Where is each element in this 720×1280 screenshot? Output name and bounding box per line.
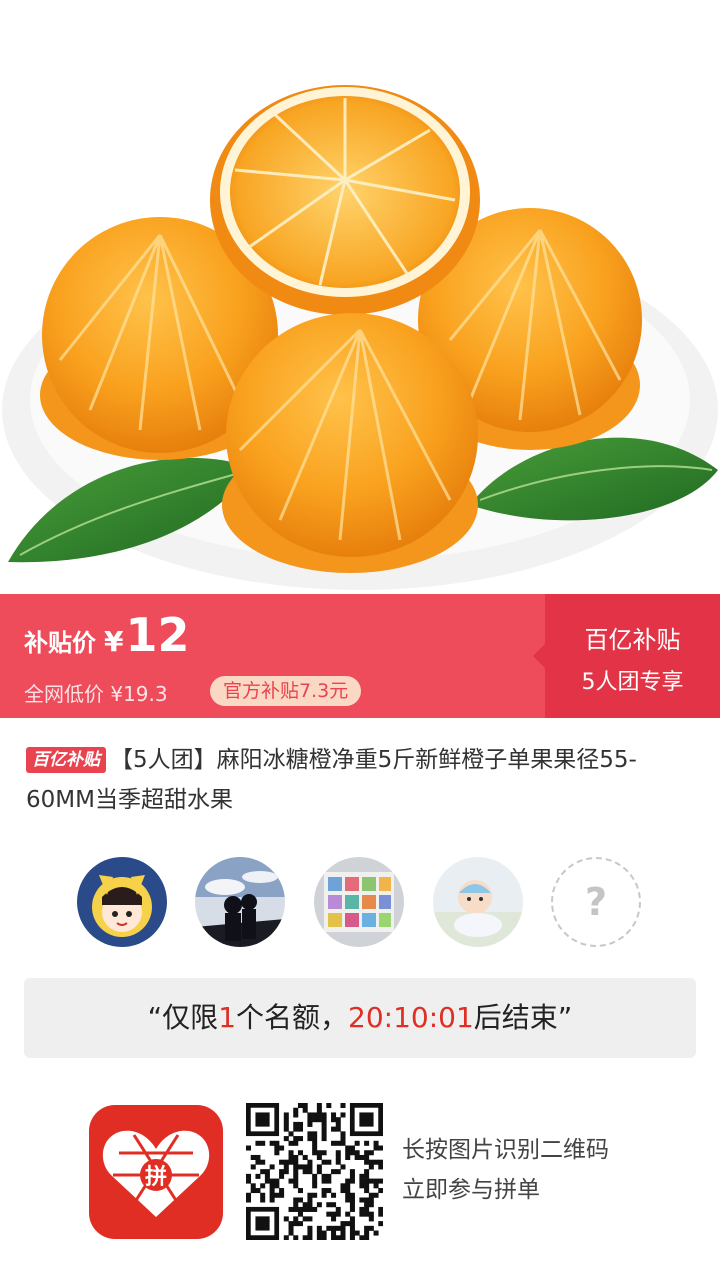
price-section: 补贴价 ¥12 全网低价 ¥19.3 官方补贴7.3元 [0, 594, 545, 718]
group-members: ? [0, 852, 720, 952]
product-title: 百亿补贴 【5人团】麻阳冰糖橙净重5斤新鲜橙子单果果径55-60MM当季超甜水果 [26, 740, 696, 820]
logo-text: 拼 [145, 1164, 167, 1190]
app-logo-icon: 拼 [89, 1105, 223, 1239]
oranges-illustration [2, 85, 718, 590]
qr-code-icon [246, 1103, 384, 1241]
qr-line2: 立即参与拼单 [402, 1177, 540, 1203]
price-value: 12 [125, 608, 190, 662]
price-label: 补贴价 [24, 629, 96, 657]
promo-title: 百亿补贴 [584, 626, 681, 654]
avatar-silhouette-icon [195, 857, 285, 947]
avatar-cartoon-icon [77, 857, 167, 947]
notice-middle: 个名额， [236, 1001, 349, 1034]
countdown-notice: “仅限1个名额，20:10:01后结束” [24, 978, 696, 1058]
empty-member-slot[interactable]: ? [551, 857, 641, 947]
promo-subtitle: 5人团专享 [581, 670, 684, 695]
countdown-timer: 20:10:01 [348, 1001, 474, 1034]
avatar[interactable] [314, 857, 404, 947]
notice-suffix: 后结束” [473, 1001, 573, 1034]
avatar[interactable] [433, 857, 523, 947]
subsidy-badge: 百亿补贴 [26, 747, 106, 773]
subsidy-price: 补贴价 ¥12 [24, 608, 190, 662]
promo-section: 百亿补贴 5人团专享 [533, 594, 720, 718]
market-price: 全网低价 ¥19.3 [24, 682, 168, 706]
slot-count: 1 [218, 1001, 237, 1034]
avatar[interactable] [77, 857, 167, 947]
avatar-baby-icon [433, 857, 523, 947]
avatar[interactable] [195, 857, 285, 947]
product-hero-image [0, 0, 720, 594]
product-title-text: 【5人团】麻阳冰糖橙净重5斤新鲜橙子单果果径55-60MM当季超甜水果 [26, 747, 637, 813]
notice-prefix: “仅限 [147, 1001, 219, 1034]
subsidy-tag: 官方补贴7.3元 [210, 676, 362, 706]
currency-symbol: ¥ [104, 625, 124, 658]
pinduoduo-logo: 拼 [89, 1105, 223, 1239]
avatar-wall-icon [314, 857, 404, 947]
qr-line1: 长按图片识别二维码 [402, 1137, 609, 1163]
qr-code[interactable] [246, 1103, 384, 1241]
qr-instructions: 长按图片识别二维码 立即参与拼单 [402, 1130, 609, 1210]
price-banner: 补贴价 ¥12 全网低价 ¥19.3 官方补贴7.3元 百亿补贴 5人团专享 [0, 594, 720, 718]
